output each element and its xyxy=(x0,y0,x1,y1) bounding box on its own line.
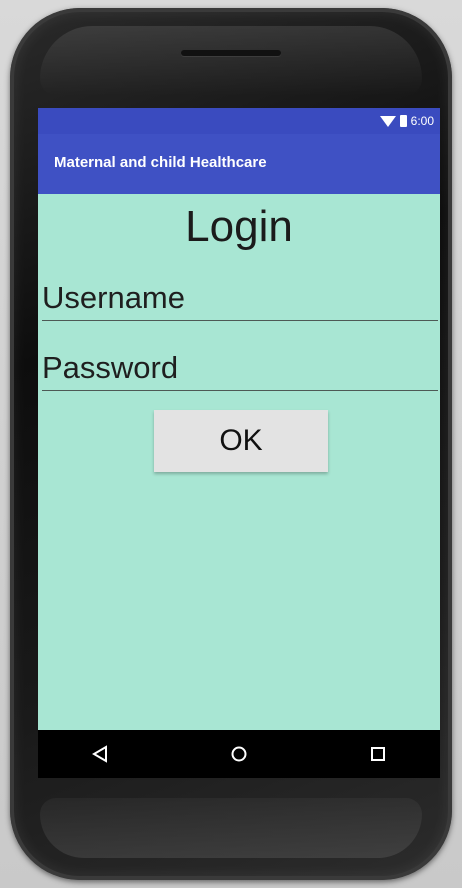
bottom-bezel xyxy=(40,798,422,858)
status-time: 6:00 xyxy=(410,114,434,128)
status-bar: 6:00 xyxy=(38,108,440,134)
battery-icon xyxy=(399,115,407,127)
app-title: Maternal and child Healthcare xyxy=(54,154,267,171)
recents-icon xyxy=(371,747,385,761)
username-placeholder: Username xyxy=(42,280,185,315)
login-heading: Login xyxy=(185,202,293,251)
phone-bezel-highlight xyxy=(40,26,422,96)
app-bar: Maternal and child Healthcare xyxy=(38,134,440,194)
status-icons: 6:00 xyxy=(379,112,434,130)
username-field[interactable]: Username xyxy=(42,276,438,321)
page-background: 6:00 Maternal and child Healthcare Login… xyxy=(0,0,462,888)
earpiece-speaker xyxy=(181,50,281,56)
navigation-bar xyxy=(38,730,440,778)
device-screen: 6:00 Maternal and child Healthcare Login… xyxy=(38,108,440,778)
password-placeholder: Password xyxy=(42,350,179,385)
home-icon xyxy=(231,746,247,762)
login-screen: Login Username Password OK xyxy=(38,194,440,730)
back-button[interactable] xyxy=(88,742,112,766)
password-field[interactable]: Password xyxy=(42,346,438,391)
ok-button[interactable]: OK xyxy=(154,410,328,472)
recents-button[interactable] xyxy=(366,742,390,766)
home-button[interactable] xyxy=(227,742,251,766)
back-icon xyxy=(92,745,107,763)
wifi-icon xyxy=(379,115,396,127)
